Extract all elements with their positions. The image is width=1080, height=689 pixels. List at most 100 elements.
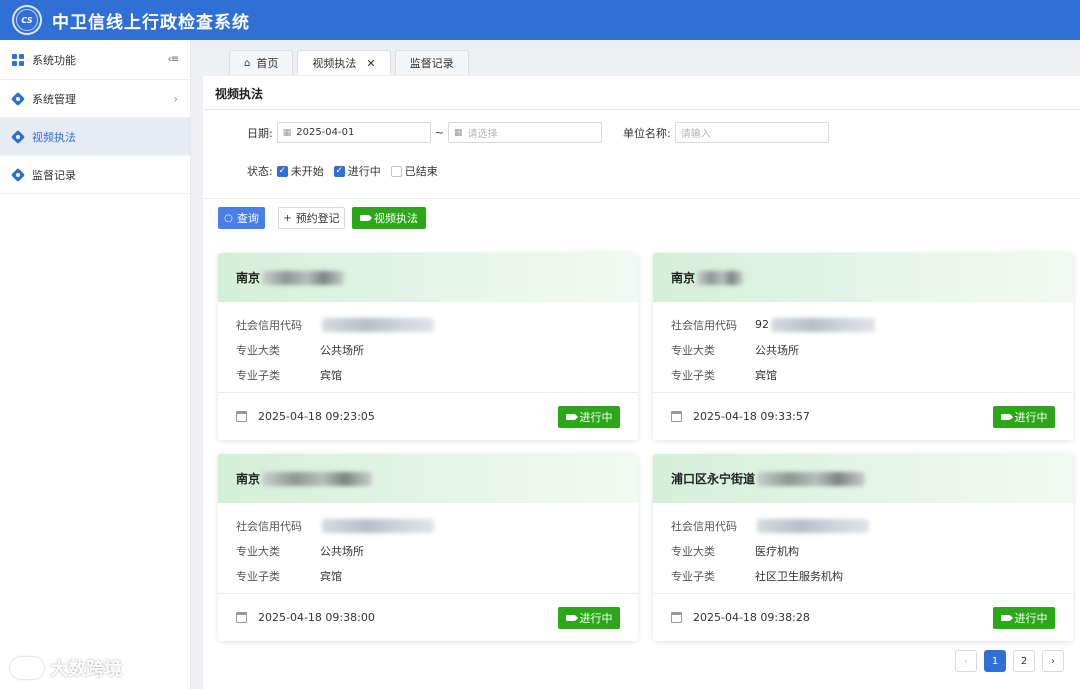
watermark-logo-icon — [10, 657, 44, 679]
redacted-blur — [262, 471, 373, 486]
gear-icon — [12, 169, 24, 181]
status-label: 进行中 — [1014, 410, 1048, 424]
card-footer: 2025-04-18 09:23:05 进行中 — [218, 393, 638, 440]
sidebar-item-system-management[interactable]: 系统管理 › — [0, 80, 190, 118]
status-filter: 状态: ✓ 未开始 ✓ 进行中 已结束 — [247, 163, 448, 179]
major-value: 医疗机构 — [755, 544, 799, 558]
status-checkbox-not-started[interactable]: ✓ 未开始 — [276, 163, 324, 179]
major-value: 公共场所 — [755, 343, 799, 357]
calendar-icon — [671, 612, 682, 623]
video-camera-icon — [1000, 614, 1013, 621]
sidebar-item-label: 视频执法 — [32, 130, 76, 144]
field-label: 社会信用代码 — [671, 519, 737, 533]
sidebar-item-video-enforcement[interactable]: 视频执法 — [0, 118, 190, 156]
gear-icon — [12, 131, 24, 143]
tab-supervision-records[interactable]: 监督记录 — [394, 50, 469, 75]
inspection-card[interactable]: 南京 社会信用代码 专业大类 公共场所 专业子类 宾馆 2025-04-18 0… — [218, 454, 638, 641]
collapse-menu-icon[interactable]: ‹≡ — [168, 54, 179, 65]
inspection-card[interactable]: 南京 社会信用代码 92 专业大类 公共场所 专业子类 宾馆 2025-04-1… — [653, 253, 1073, 440]
field-label: 专业子类 — [671, 569, 715, 583]
date-filter: 日期: ▦ 2025-04-01 ~ ▦ 请选择 — [247, 122, 602, 143]
redacted-blur — [322, 518, 434, 533]
inspection-card[interactable]: 浦口区永宁街道 社会信用代码 专业大类 医疗机构 专业子类 社区卫生服务机构 2… — [653, 454, 1073, 641]
card-body: 社会信用代码 专业大类 公共场所 专业子类 宾馆 — [218, 503, 638, 594]
status-label: 进行中 — [579, 410, 613, 424]
card-timestamp: 2025-04-18 09:38:00 — [258, 611, 375, 624]
redacted-blur — [262, 270, 345, 285]
field-label: 专业大类 — [236, 343, 280, 357]
redacted-blur — [757, 471, 866, 486]
field-label: 专业子类 — [671, 368, 715, 382]
major-value: 公共场所 — [320, 544, 364, 558]
date-separator: ~ — [434, 126, 444, 139]
status-label: 进行中 — [579, 611, 613, 625]
major-category-row: 专业大类 医疗机构 — [671, 538, 1055, 563]
field-label: 社会信用代码 — [671, 318, 737, 332]
pagination-prev-button[interactable]: ‹ — [955, 650, 977, 672]
tab-label: 监督记录 — [409, 57, 454, 70]
status-checkbox-in-progress[interactable]: ✓ 进行中 — [333, 163, 381, 179]
status-checkbox-ended[interactable]: 已结束 — [390, 163, 438, 179]
card-unit-name: 南京 — [236, 271, 261, 285]
tab-bar: ⌂ 首页 视频执法 ✕ 监督记录 — [229, 50, 473, 75]
pagination-page-2[interactable]: 2 — [1013, 650, 1035, 672]
redacted-blur — [697, 270, 744, 285]
checkbox-checked-icon: ✓ — [276, 165, 288, 177]
tab-home[interactable]: ⌂ 首页 — [229, 50, 294, 75]
inspection-card[interactable]: 南京 社会信用代码 专业大类 公共场所 专业子类 宾馆 2025-04-18 0… — [218, 253, 638, 440]
status-badge-in-progress[interactable]: 进行中 — [993, 606, 1055, 629]
calendar-icon: ▦ — [453, 127, 463, 138]
redacted-blur — [322, 317, 434, 332]
home-icon: ⌂ — [244, 57, 251, 69]
card-body: 社会信用代码 专业大类 公共场所 专业子类 宾馆 — [218, 302, 638, 393]
checkbox-label: 未开始 — [290, 165, 324, 178]
minor-value: 宾馆 — [320, 368, 342, 382]
logo-emblem: CS — [16, 9, 38, 31]
credit-code-row: 社会信用代码 92 — [671, 312, 1055, 337]
app-title: 中卫信线上行政检查系统 — [52, 12, 250, 33]
apps-grid-icon — [12, 53, 24, 66]
watermark: 大数跨境 — [10, 655, 122, 681]
sidebar: 系统功能 ‹≡ 系统管理 › 视频执法 监督记录 — [0, 40, 191, 689]
major-value: 公共场所 — [320, 343, 364, 357]
main-panel: 视频执法 日期: ▦ 2025-04-01 ~ ▦ 请选择 单位名称: 请输入 … — [203, 76, 1080, 689]
pagination-next-button[interactable]: › — [1042, 650, 1064, 672]
query-button[interactable]: ○ 查询 — [218, 207, 265, 229]
date-end-placeholder: 请选择 — [467, 129, 498, 140]
watermark-text: 大数跨境 — [50, 659, 122, 680]
unit-name-input[interactable]: 请输入 — [674, 122, 829, 143]
calendar-icon — [236, 612, 247, 623]
credit-code-row: 社会信用代码 — [671, 513, 1055, 538]
field-label: 专业子类 — [236, 569, 280, 583]
status-badge-in-progress[interactable]: 进行中 — [558, 606, 620, 629]
status-badge-in-progress[interactable]: 进行中 — [558, 405, 620, 428]
card-header: 南京 — [218, 454, 638, 503]
card-footer: 2025-04-18 09:38:28 进行中 — [653, 594, 1073, 641]
status-badge-in-progress[interactable]: 进行中 — [993, 405, 1055, 428]
reserve-register-button[interactable]: + 预约登记 — [278, 207, 345, 229]
card-body: 社会信用代码 专业大类 医疗机构 专业子类 社区卫生服务机构 — [653, 503, 1073, 594]
checkbox-label: 进行中 — [347, 165, 381, 178]
button-label: 预约登记 — [295, 212, 340, 225]
video-camera-icon — [1000, 413, 1013, 420]
date-end-input[interactable]: ▦ 请选择 — [447, 122, 602, 143]
date-start-input[interactable]: ▦ 2025-04-01 — [276, 122, 431, 143]
major-category-row: 专业大类 公共场所 — [671, 337, 1055, 362]
button-label: 查询 — [236, 212, 259, 225]
major-category-row: 专业大类 公共场所 — [236, 337, 620, 362]
video-enforcement-button[interactable]: 视频执法 — [352, 207, 426, 229]
tab-label: 视频执法 — [312, 57, 357, 70]
page-title: 视频执法 — [203, 76, 1080, 110]
video-camera-icon — [360, 215, 372, 221]
divider — [203, 198, 1080, 199]
card-header: 南京 — [218, 253, 638, 302]
field-label: 专业子类 — [236, 368, 280, 382]
credit-code-row: 社会信用代码 — [236, 513, 620, 538]
card-header: 南京 — [653, 253, 1073, 302]
minor-category-row: 专业子类 宾馆 — [236, 362, 620, 387]
close-icon[interactable]: ✕ — [366, 57, 375, 70]
pagination-page-1[interactable]: 1 — [984, 650, 1006, 672]
calendar-icon — [671, 411, 682, 422]
sidebar-item-supervision-records[interactable]: 监督记录 — [0, 156, 190, 194]
tab-video-enforcement[interactable]: 视频执法 ✕ — [297, 50, 391, 75]
